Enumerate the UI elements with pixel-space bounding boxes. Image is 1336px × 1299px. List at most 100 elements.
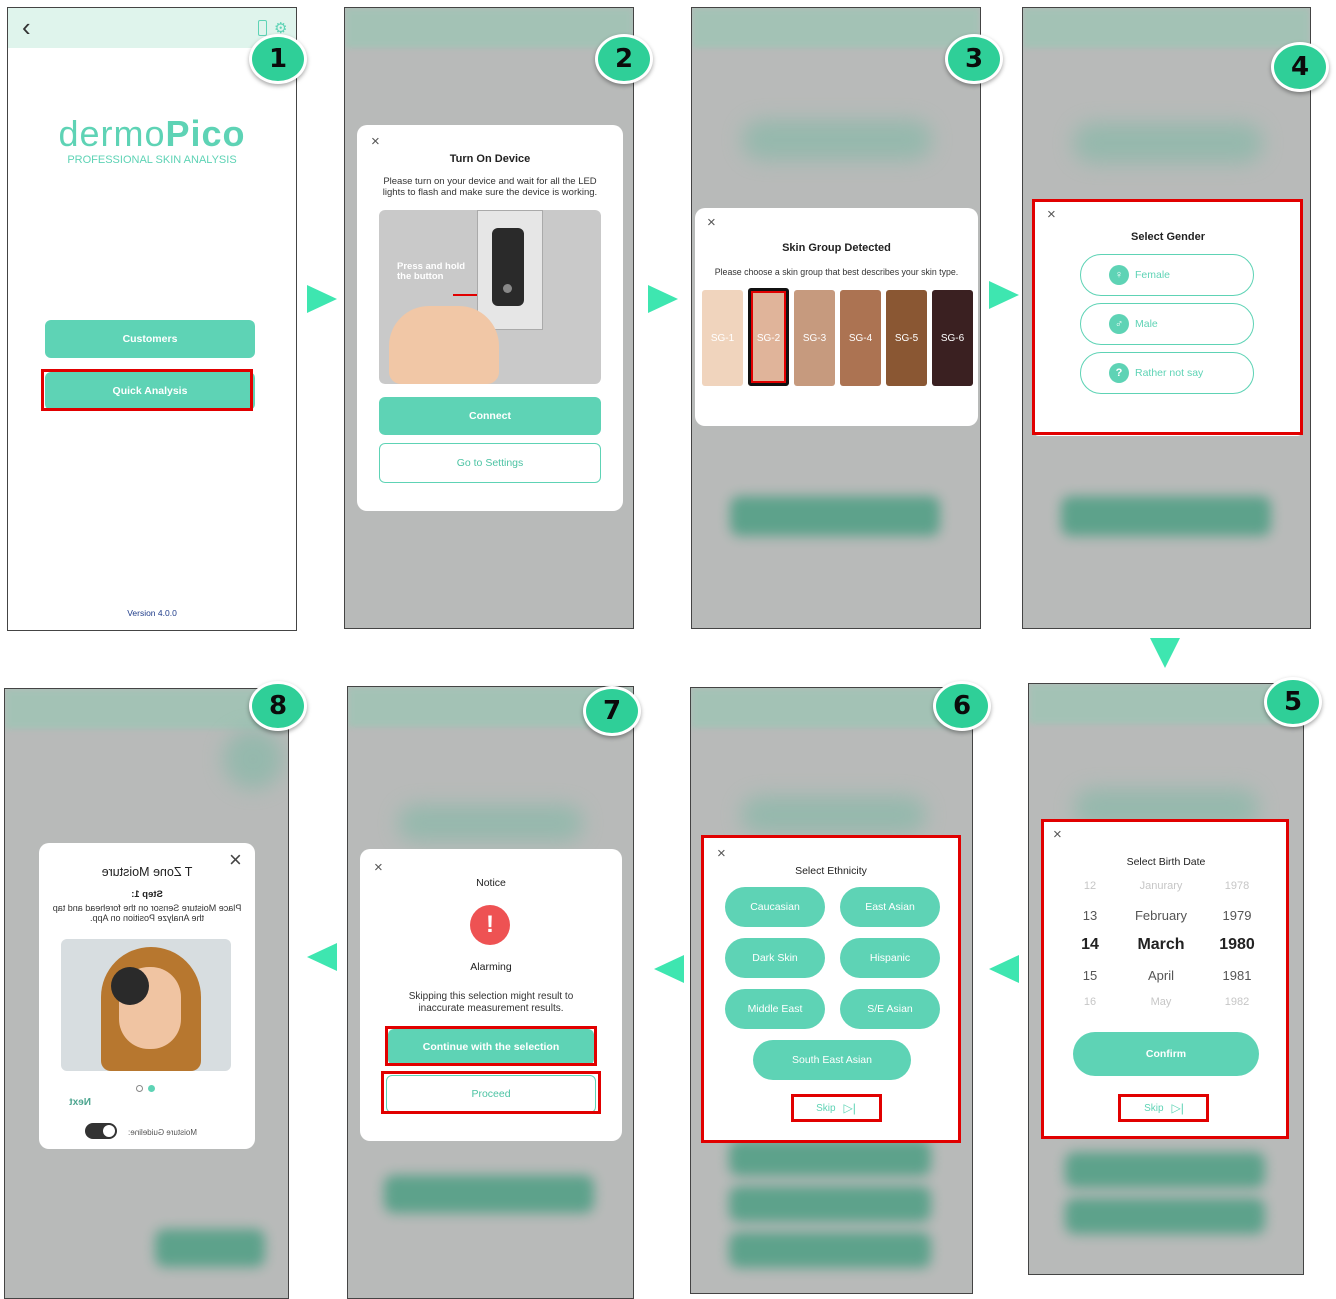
step-badge-7: 7 <box>583 686 641 736</box>
alert-description: Skipping this selection might result to … <box>408 991 574 1014</box>
blurred-logo <box>741 796 926 834</box>
moisture-guideline-label: Moisture Guideline: <box>128 1128 197 1137</box>
device-illustration: Press and hold the button <box>379 210 601 384</box>
blurred-button-3 <box>729 1232 931 1268</box>
blurred-button-2 <box>729 1186 931 1222</box>
step-badge-3: 3 <box>945 34 1003 84</box>
skin-group-5[interactable]: SG-5 <box>886 290 927 386</box>
arrow-3-to-4 <box>989 281 1019 309</box>
logo-text-dermo: dermo <box>58 113 166 154</box>
step-badge-4: 4 <box>1271 42 1329 92</box>
blurred-logo <box>398 805 583 841</box>
blurred-button-1 <box>1065 1152 1265 1188</box>
screen-3: × Skin Group Detected Please choose a sk… <box>691 7 981 629</box>
tagline: PROFESSIONAL SKIN ANALYSIS <box>67 154 237 166</box>
device-button-dot <box>503 284 512 293</box>
card-title: T Zone Moisture <box>101 865 193 879</box>
go-to-settings-button[interactable]: Go to Settings <box>379 443 601 483</box>
blurred-logo <box>742 120 932 160</box>
next-button[interactable]: Next <box>69 1097 91 1108</box>
card-step: Step 1: <box>131 889 163 900</box>
screen-4: × Select Gender ♀ Female ♂ Male ? Rather no… <box>1022 7 1311 629</box>
device-icon[interactable] <box>258 20 267 36</box>
app-logo: dermoPico <box>8 113 296 155</box>
highlight-quick-analysis <box>41 369 253 411</box>
blurred-button <box>730 496 940 536</box>
t-zone-moisture-card: × T Zone Moisture Step 1: Place Moisture… <box>39 843 255 1149</box>
page-dot-active[interactable] <box>148 1085 155 1092</box>
step-badge-1: 1 <box>249 34 307 84</box>
pointer-arrow <box>453 294 477 296</box>
notice-dialog: × Notice ! Alarming Skipping this select… <box>360 849 622 1141</box>
device-panel <box>492 228 524 306</box>
page-dot[interactable] <box>136 1085 143 1092</box>
sensor-shape <box>111 967 149 1005</box>
customers-button[interactable]: Customers <box>45 320 255 358</box>
highlight-birth-date-dialog <box>1041 819 1289 1139</box>
blurred-top-bar <box>1029 684 1303 724</box>
step-badge-6: 6 <box>933 681 991 731</box>
blurred-top-bar <box>345 8 633 48</box>
highlight-proceed <box>381 1071 601 1114</box>
blurred-button <box>1061 496 1271 536</box>
blurred-top-bar <box>691 688 972 728</box>
dialog-title: Skin Group Detected <box>782 242 891 254</box>
blurred-button-1 <box>729 1140 931 1176</box>
skin-group-6[interactable]: SG-6 <box>932 290 973 386</box>
screen-8: × T Zone Moisture Step 1: Place Moisture… <box>4 688 289 1299</box>
highlight-sg-2 <box>751 291 786 383</box>
arrow-6-to-7 <box>654 955 684 983</box>
arrow-2-to-3 <box>648 285 678 313</box>
mirrored-content: T Zone Moisture Step 1: Place Moisture S… <box>39 843 255 1149</box>
screen-6: × Select Ethnicity Caucasian East Asian … <box>690 687 973 1294</box>
arrow-1-to-2 <box>307 285 337 313</box>
dialog-title: Turn On Device <box>449 153 531 165</box>
blurred-circle <box>223 729 283 789</box>
dialog-description: Please choose a skin group that best des… <box>714 267 959 277</box>
back-icon[interactable]: ‹ <box>22 12 31 43</box>
arrow-5-to-6 <box>989 955 1019 983</box>
dialog-title: Notice <box>476 877 506 889</box>
step-badge-2: 2 <box>595 34 653 84</box>
skin-group-3[interactable]: SG-3 <box>794 290 835 386</box>
highlight-gender-dialog <box>1032 199 1303 435</box>
highlight-ethnicity-dialog <box>701 835 961 1143</box>
skin-group-4[interactable]: SG-4 <box>840 290 881 386</box>
close-icon[interactable]: × <box>707 214 716 231</box>
finger-shape <box>389 306 499 384</box>
illustration-caption: Press and hold the button <box>397 261 466 283</box>
highlight-continue <box>385 1026 597 1066</box>
screen-2: × Turn On Device Please turn on your dev… <box>344 7 634 629</box>
step-badge-8: 8 <box>249 681 307 731</box>
dialog-description: Please turn on your device and wait for … <box>382 176 598 198</box>
toggle-knob <box>103 1125 115 1137</box>
skin-group-1[interactable]: SG-1 <box>702 290 743 386</box>
screen-7: × Notice ! Alarming Skipping this select… <box>347 686 634 1299</box>
blurred-logo <box>1073 123 1263 163</box>
close-icon[interactable]: × <box>374 859 383 876</box>
blurred-button <box>384 1175 594 1213</box>
tutorial-photo <box>61 939 231 1071</box>
card-description: Place Moisture Sensor on the forehead an… <box>52 903 242 924</box>
version-label: Version 4.0.0 <box>127 608 177 618</box>
blurred-top-bar <box>5 689 288 729</box>
blurred-button <box>155 1229 265 1267</box>
blurred-top-bar <box>692 8 980 48</box>
arrow-7-to-8 <box>307 943 337 971</box>
screen-5: × Select Birth Date 12 Janurary 1978 13 Feb… <box>1028 683 1304 1275</box>
blurred-top-bar <box>1023 8 1310 48</box>
alert-heading: Alarming <box>470 961 512 973</box>
screen-1: ‹ ⚙ dermoPico PROFESSIONAL SKIN ANALYSIS… <box>7 7 297 631</box>
turn-on-device-dialog: × Turn On Device Please turn on your dev… <box>357 125 623 511</box>
alert-icon: ! <box>470 905 510 945</box>
connect-button[interactable]: Connect <box>379 397 601 435</box>
step-badge-5: 5 <box>1264 677 1322 727</box>
close-icon[interactable]: × <box>371 133 380 150</box>
arrow-4-to-5 <box>1150 638 1180 668</box>
page-indicator <box>129 1085 159 1095</box>
skin-group-dialog: × Skin Group Detected Please choose a sk… <box>695 208 978 426</box>
top-bar: ‹ ⚙ <box>8 8 296 48</box>
logo-text-pico: Pico <box>165 113 246 154</box>
blurred-button-2 <box>1065 1198 1265 1234</box>
guideline-toggle[interactable] <box>85 1123 117 1139</box>
